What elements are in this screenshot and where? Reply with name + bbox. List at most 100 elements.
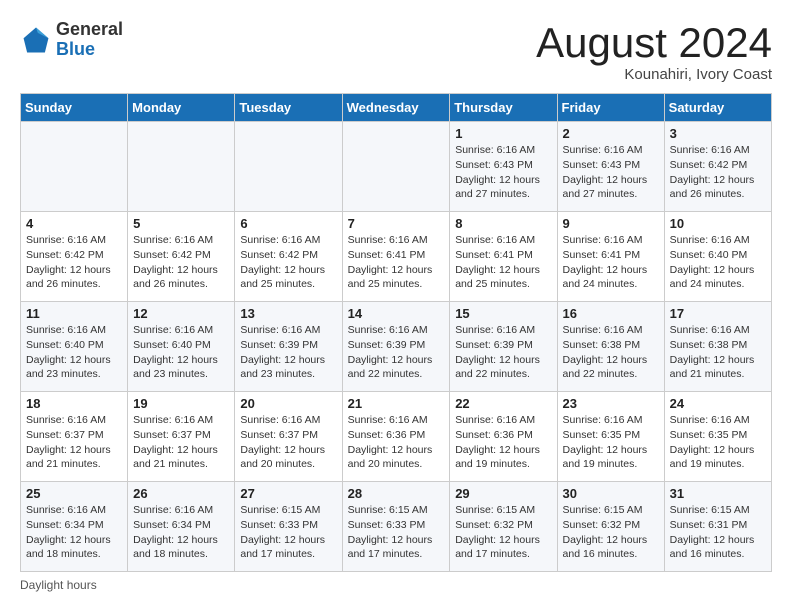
logo: General Blue bbox=[20, 20, 123, 60]
month-title: August 2024 bbox=[536, 20, 772, 66]
day-detail: Sunrise: 6:16 AM Sunset: 6:39 PM Dayligh… bbox=[455, 323, 551, 382]
calendar-cell: 23 Sunrise: 6:16 AM Sunset: 6:35 PM Dayli… bbox=[557, 392, 664, 482]
daylight-label: Daylight hours bbox=[20, 578, 97, 592]
day-detail: Sunrise: 6:16 AM Sunset: 6:42 PM Dayligh… bbox=[133, 233, 229, 292]
day-number: 30 bbox=[563, 486, 659, 501]
calendar-cell: 15 Sunrise: 6:16 AM Sunset: 6:39 PM Dayli… bbox=[450, 302, 557, 392]
day-number: 13 bbox=[240, 306, 336, 321]
calendar-week-4: 18 Sunrise: 6:16 AM Sunset: 6:37 PM Dayli… bbox=[21, 392, 772, 482]
calendar-cell: 29 Sunrise: 6:15 AM Sunset: 6:32 PM Dayli… bbox=[450, 482, 557, 572]
day-detail: Sunrise: 6:16 AM Sunset: 6:34 PM Dayligh… bbox=[133, 503, 229, 562]
location-subtitle: Kounahiri, Ivory Coast bbox=[536, 66, 772, 83]
day-detail: Sunrise: 6:16 AM Sunset: 6:34 PM Dayligh… bbox=[26, 503, 122, 562]
day-detail: Sunrise: 6:16 AM Sunset: 6:37 PM Dayligh… bbox=[133, 413, 229, 472]
calendar-cell: 7 Sunrise: 6:16 AM Sunset: 6:41 PM Daylig… bbox=[342, 212, 450, 302]
day-detail: Sunrise: 6:15 AM Sunset: 6:32 PM Dayligh… bbox=[455, 503, 551, 562]
day-number: 21 bbox=[348, 396, 445, 411]
day-number: 18 bbox=[26, 396, 122, 411]
calendar-cell: 1 Sunrise: 6:16 AM Sunset: 6:43 PM Daylig… bbox=[450, 122, 557, 212]
day-detail: Sunrise: 6:15 AM Sunset: 6:32 PM Dayligh… bbox=[563, 503, 659, 562]
calendar-cell: 20 Sunrise: 6:16 AM Sunset: 6:37 PM Dayli… bbox=[235, 392, 342, 482]
logo-blue: Blue bbox=[56, 40, 123, 60]
day-detail: Sunrise: 6:16 AM Sunset: 6:41 PM Dayligh… bbox=[455, 233, 551, 292]
calendar-cell: 2Sunrise: 6:16 AM Sunset: 6:43 PM Daylig… bbox=[557, 122, 664, 212]
day-detail: Sunrise: 6:16 AM Sunset: 6:36 PM Dayligh… bbox=[455, 413, 551, 472]
calendar-cell: 17Sunrise: 6:16 AM Sunset: 6:38 PM Dayli… bbox=[664, 302, 771, 392]
day-number: 10 bbox=[670, 216, 766, 231]
day-number: 5 bbox=[133, 216, 229, 231]
day-number: 6 bbox=[240, 216, 336, 231]
calendar-cell: 30 Sunrise: 6:15 AM Sunset: 6:32 PM Dayli… bbox=[557, 482, 664, 572]
calendar-cell: 24 Sunrise: 6:16 AM Sunset: 6:35 PM Dayli… bbox=[664, 392, 771, 482]
day-number: 23 bbox=[563, 396, 659, 411]
day-number: 27 bbox=[240, 486, 336, 501]
weekday-header-saturday: Saturday bbox=[664, 94, 771, 122]
day-detail: Sunrise: 6:16 AM Sunset: 6:40 PM Dayligh… bbox=[26, 323, 122, 382]
calendar-cell: 28Sunrise: 6:15 AM Sunset: 6:33 PM Dayli… bbox=[342, 482, 450, 572]
day-number: 15 bbox=[455, 306, 551, 321]
calendar-week-2: 4 Sunrise: 6:16 AM Sunset: 6:42 PM Daylig… bbox=[21, 212, 772, 302]
header-row: SundayMondayTuesdayWednesdayThursdayFrid… bbox=[21, 94, 772, 122]
day-detail: Sunrise: 6:16 AM Sunset: 6:41 PM Dayligh… bbox=[348, 233, 445, 292]
day-number: 1 bbox=[455, 126, 551, 141]
day-detail: Sunrise: 6:16 AM Sunset: 6:35 PM Dayligh… bbox=[670, 413, 766, 472]
calendar-cell: 18 Sunrise: 6:16 AM Sunset: 6:37 PM Dayli… bbox=[21, 392, 128, 482]
calendar-cell: 9Sunrise: 6:16 AM Sunset: 6:41 PM Daylig… bbox=[557, 212, 664, 302]
calendar-week-1: 1 Sunrise: 6:16 AM Sunset: 6:43 PM Daylig… bbox=[21, 122, 772, 212]
calendar-cell bbox=[128, 122, 235, 212]
day-detail: Sunrise: 6:16 AM Sunset: 6:37 PM Dayligh… bbox=[26, 413, 122, 472]
day-number: 9 bbox=[563, 216, 659, 231]
calendar-cell: 21 Sunrise: 6:16 AM Sunset: 6:36 PM Dayli… bbox=[342, 392, 450, 482]
day-number: 19 bbox=[133, 396, 229, 411]
calendar-cell: 11 Sunrise: 6:16 AM Sunset: 6:40 PM Dayli… bbox=[21, 302, 128, 392]
day-detail: Sunrise: 6:16 AM Sunset: 6:36 PM Dayligh… bbox=[348, 413, 445, 472]
calendar-cell: 5 Sunrise: 6:16 AM Sunset: 6:42 PM Daylig… bbox=[128, 212, 235, 302]
calendar-cell bbox=[235, 122, 342, 212]
day-number: 17 bbox=[670, 306, 766, 321]
calendar-cell: 12 Sunrise: 6:16 AM Sunset: 6:40 PM Dayli… bbox=[128, 302, 235, 392]
calendar-cell: 31Sunrise: 6:15 AM Sunset: 6:31 PM Dayli… bbox=[664, 482, 771, 572]
calendar-cell: 3Sunrise: 6:16 AM Sunset: 6:42 PM Daylig… bbox=[664, 122, 771, 212]
weekday-header-thursday: Thursday bbox=[450, 94, 557, 122]
day-number: 12 bbox=[133, 306, 229, 321]
calendar-cell: 14 Sunrise: 6:16 AM Sunset: 6:39 PM Dayli… bbox=[342, 302, 450, 392]
day-detail: Sunrise: 6:15 AM Sunset: 6:33 PM Dayligh… bbox=[240, 503, 336, 562]
weekday-header-friday: Friday bbox=[557, 94, 664, 122]
day-detail: Sunrise: 6:16 AM Sunset: 6:39 PM Dayligh… bbox=[240, 323, 336, 382]
day-number: 26 bbox=[133, 486, 229, 501]
calendar-week-3: 11 Sunrise: 6:16 AM Sunset: 6:40 PM Dayli… bbox=[21, 302, 772, 392]
day-detail: Sunrise: 6:16 AM Sunset: 6:40 PM Dayligh… bbox=[670, 233, 766, 292]
calendar-week-5: 25 Sunrise: 6:16 AM Sunset: 6:34 PM Dayli… bbox=[21, 482, 772, 572]
day-detail: Sunrise: 6:16 AM Sunset: 6:38 PM Dayligh… bbox=[563, 323, 659, 382]
day-number: 11 bbox=[26, 306, 122, 321]
logo-icon bbox=[20, 24, 52, 56]
day-number: 16 bbox=[563, 306, 659, 321]
calendar-cell bbox=[342, 122, 450, 212]
day-detail: Sunrise: 6:16 AM Sunset: 6:43 PM Dayligh… bbox=[563, 143, 659, 202]
day-number: 4 bbox=[26, 216, 122, 231]
day-number: 22 bbox=[455, 396, 551, 411]
weekday-header-monday: Monday bbox=[128, 94, 235, 122]
day-number: 20 bbox=[240, 396, 336, 411]
logo-general: General bbox=[56, 20, 123, 40]
calendar-cell: 25 Sunrise: 6:16 AM Sunset: 6:34 PM Dayli… bbox=[21, 482, 128, 572]
day-detail: Sunrise: 6:16 AM Sunset: 6:42 PM Dayligh… bbox=[240, 233, 336, 292]
day-detail: Sunrise: 6:16 AM Sunset: 6:35 PM Dayligh… bbox=[563, 413, 659, 472]
logo-text: General Blue bbox=[56, 20, 123, 60]
day-number: 29 bbox=[455, 486, 551, 501]
day-number: 7 bbox=[348, 216, 445, 231]
day-number: 14 bbox=[348, 306, 445, 321]
day-number: 24 bbox=[670, 396, 766, 411]
calendar-cell: 22 Sunrise: 6:16 AM Sunset: 6:36 PM Dayli… bbox=[450, 392, 557, 482]
day-detail: Sunrise: 6:15 AM Sunset: 6:33 PM Dayligh… bbox=[348, 503, 445, 562]
weekday-header-tuesday: Tuesday bbox=[235, 94, 342, 122]
day-number: 25 bbox=[26, 486, 122, 501]
day-detail: Sunrise: 6:16 AM Sunset: 6:39 PM Dayligh… bbox=[348, 323, 445, 382]
day-detail: Sunrise: 6:16 AM Sunset: 6:40 PM Dayligh… bbox=[133, 323, 229, 382]
calendar-cell bbox=[21, 122, 128, 212]
day-detail: Sunrise: 6:16 AM Sunset: 6:43 PM Dayligh… bbox=[455, 143, 551, 202]
day-number: 3 bbox=[670, 126, 766, 141]
day-detail: Sunrise: 6:16 AM Sunset: 6:37 PM Dayligh… bbox=[240, 413, 336, 472]
title-block: August 2024 Kounahiri, Ivory Coast bbox=[536, 20, 772, 83]
calendar-cell: 6 Sunrise: 6:16 AM Sunset: 6:42 PM Daylig… bbox=[235, 212, 342, 302]
